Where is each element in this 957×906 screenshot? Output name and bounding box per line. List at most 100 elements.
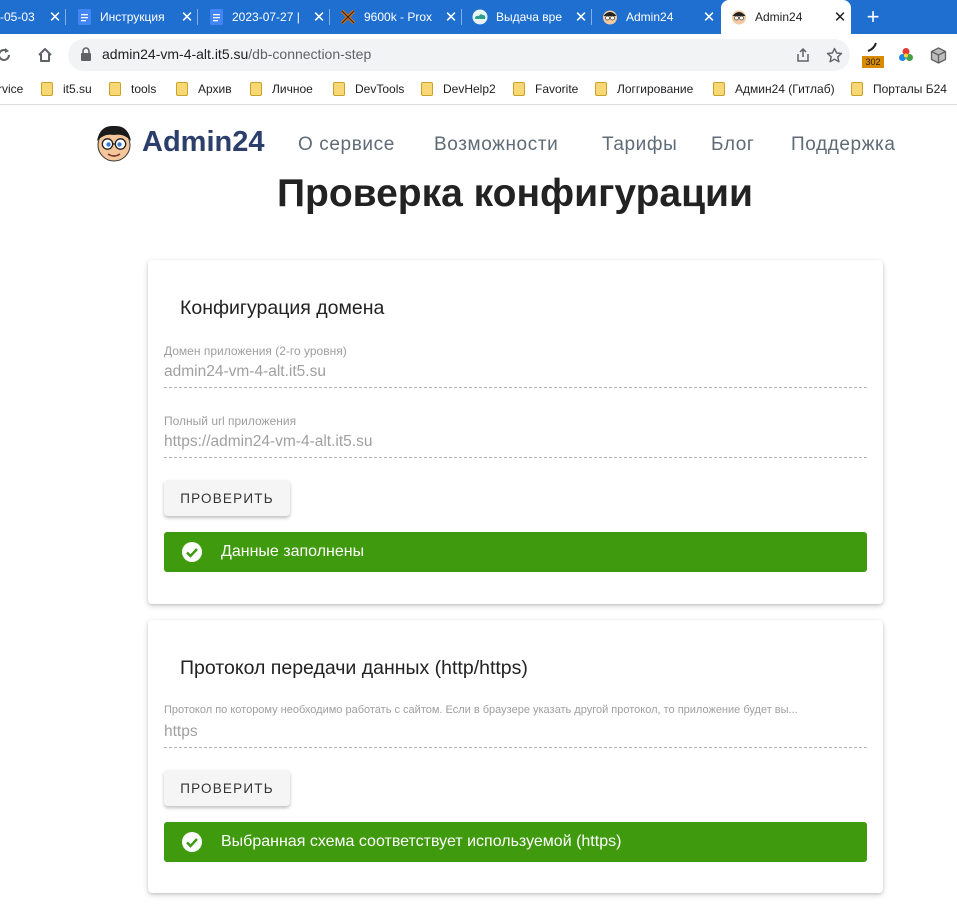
folder-icon bbox=[41, 82, 53, 96]
bookmarks-bar: rvice it5.su tools Архив Личное DevTools… bbox=[0, 76, 957, 105]
site-logo-text[interactable]: Admin24 bbox=[142, 126, 264, 159]
bookmark-folder[interactable]: tools bbox=[109, 82, 156, 96]
lock-icon[interactable] bbox=[80, 47, 92, 66]
google-docs-icon bbox=[208, 9, 224, 25]
check-domain-button[interactable]: ПРОВЕРИТЬ bbox=[164, 480, 290, 516]
url-host: admin24-vm-4-alt.it5.su bbox=[102, 46, 249, 62]
bookmark-label: DevHelp2 bbox=[443, 82, 496, 96]
bookmark-star-icon[interactable] bbox=[822, 43, 846, 67]
extension-icon[interactable]: 302 bbox=[862, 39, 884, 69]
share-icon[interactable] bbox=[791, 43, 815, 67]
bookmark-label: Логгирование bbox=[617, 82, 694, 96]
bookmark-folder[interactable]: Личное bbox=[250, 82, 313, 96]
bookmark-label: tools bbox=[131, 82, 157, 96]
admin24-avatar-icon bbox=[731, 9, 747, 25]
reload-icon[interactable] bbox=[0, 43, 16, 67]
app-domain-field[interactable]: admin24-vm-4-alt.it5.su bbox=[164, 363, 326, 381]
bookmark-label: Favorite bbox=[535, 82, 579, 96]
field-underline bbox=[164, 457, 867, 458]
card-title: Конфигурация домена bbox=[180, 297, 385, 319]
bookmark-folder[interactable]: Favorite bbox=[513, 82, 578, 96]
admin24-avatar-icon bbox=[602, 9, 618, 25]
browser-tab-active[interactable]: Admin24 ✕ bbox=[721, 0, 851, 34]
domain-status-text: Данные заполнены bbox=[221, 543, 365, 560]
domain-success-alert: Данные заполнены bbox=[164, 532, 867, 572]
protocol-label: Протокол по которому необходимо работать… bbox=[164, 704, 798, 716]
bookmark-folder[interactable]: Архив bbox=[176, 82, 232, 96]
app-url-label: Полный url приложения bbox=[164, 414, 297, 428]
folder-icon bbox=[250, 82, 262, 96]
bookmark-folder[interactable]: Логгирование bbox=[595, 82, 693, 96]
home-icon[interactable] bbox=[33, 43, 57, 67]
browser-tab[interactable]: Admin24 ✕ bbox=[592, 0, 720, 34]
nav-link-blog[interactable]: Блог bbox=[711, 134, 754, 156]
cube-extension-icon[interactable] bbox=[926, 43, 950, 67]
tab-title: Admin24 bbox=[626, 10, 674, 24]
bookmark-label: Админ24 (Гитлаб) bbox=[735, 82, 835, 96]
browser-tab-strip: -05-03 ✕ Инструкция ✕ 2023-07-27 | ✕ 960… bbox=[0, 0, 957, 34]
browser-tab[interactable]: 9600k - Prox ✕ bbox=[330, 0, 462, 34]
url-path: /db-connection-step bbox=[248, 46, 372, 62]
bookmark-label: Личное bbox=[272, 82, 313, 96]
folder-icon bbox=[595, 82, 607, 96]
close-tab-icon[interactable]: ✕ bbox=[176, 8, 198, 26]
folder-icon bbox=[421, 82, 433, 96]
tab-title: 9600k - Prox bbox=[364, 10, 433, 24]
bookmark-label: DevTools bbox=[355, 82, 405, 96]
close-tab-icon[interactable]: ✕ bbox=[698, 8, 720, 26]
cloud-icon bbox=[472, 9, 488, 25]
app-url-field[interactable]: https://admin24-vm-4-alt.it5.su bbox=[164, 433, 372, 451]
close-tab-icon[interactable]: ✕ bbox=[308, 8, 330, 26]
check-circle-icon bbox=[181, 831, 203, 853]
nav-link-about[interactable]: О сервисе bbox=[298, 134, 395, 156]
close-tab-icon[interactable]: ✕ bbox=[44, 8, 66, 26]
card-title: Протокол передачи данных (http/https) bbox=[180, 657, 528, 679]
browser-tab[interactable]: Выдача вре ✕ bbox=[462, 0, 592, 34]
proxmox-icon bbox=[340, 9, 356, 25]
logo-avatar-icon[interactable] bbox=[94, 123, 134, 163]
bookmark-folder[interactable]: Админ24 (Гитлаб) bbox=[713, 82, 835, 96]
folder-icon bbox=[513, 82, 525, 96]
bookmark-item[interactable]: rvice bbox=[0, 82, 23, 96]
new-tab-icon[interactable]: + bbox=[860, 4, 886, 30]
protocol-status-text: Выбранная схема соответствует используем… bbox=[221, 833, 622, 850]
color-picker-icon[interactable] bbox=[894, 43, 918, 67]
nav-link-pricing[interactable]: Тарифы bbox=[602, 134, 677, 156]
bookmark-folder[interactable]: Порталы Б24 bbox=[851, 82, 947, 96]
bookmark-label: rvice bbox=[0, 82, 24, 96]
close-tab-icon[interactable]: ✕ bbox=[440, 8, 462, 26]
browser-tab[interactable]: -05-03 ✕ bbox=[0, 0, 66, 34]
close-tab-icon[interactable]: ✕ bbox=[829, 8, 851, 26]
bookmark-label: it5.su bbox=[63, 82, 92, 96]
address-url: admin24-vm-4-alt.it5.su/db-connection-st… bbox=[102, 46, 371, 62]
site-header: Admin24 О сервисе Возможности Тарифы Бло… bbox=[0, 105, 957, 175]
folder-icon bbox=[109, 82, 121, 96]
app-domain-label: Домен приложения (2-го уровня) bbox=[164, 344, 347, 358]
field-underline bbox=[164, 747, 867, 748]
tab-title: Инструкция bbox=[100, 10, 165, 24]
tab-title: Выдача вре bbox=[496, 10, 563, 24]
nav-link-support[interactable]: Поддержка bbox=[791, 134, 896, 156]
field-underline bbox=[164, 387, 867, 388]
folder-icon bbox=[851, 82, 863, 96]
close-tab-icon[interactable]: ✕ bbox=[570, 8, 592, 26]
bookmark-folder[interactable]: DevHelp2 bbox=[421, 82, 496, 96]
protocol-card: Протокол передачи данных (http/https) Пр… bbox=[148, 620, 883, 893]
tab-title: Admin24 bbox=[755, 10, 803, 24]
bookmark-folder[interactable]: it5.su bbox=[41, 82, 92, 96]
tab-title: -05-03 bbox=[0, 10, 35, 24]
domain-config-card: Конфигурация домена Домен приложения (2-… bbox=[148, 260, 883, 604]
folder-icon bbox=[713, 82, 725, 96]
folder-icon bbox=[333, 82, 345, 96]
browser-tab[interactable]: 2023-07-27 | ✕ bbox=[198, 0, 330, 34]
nav-link-features[interactable]: Возможности bbox=[434, 134, 558, 156]
google-docs-icon bbox=[76, 9, 92, 25]
address-bar[interactable]: admin24-vm-4-alt.it5.su/db-connection-st… bbox=[68, 39, 850, 71]
protocol-field[interactable]: https bbox=[164, 723, 198, 741]
extension-badge: 302 bbox=[862, 56, 884, 68]
protocol-success-alert: Выбранная схема соответствует используем… bbox=[164, 822, 867, 862]
folder-icon bbox=[176, 82, 188, 96]
bookmark-folder[interactable]: DevTools bbox=[333, 82, 404, 96]
browser-tab[interactable]: Инструкция ✕ bbox=[66, 0, 198, 34]
check-protocol-button[interactable]: ПРОВЕРИТЬ bbox=[164, 770, 290, 806]
